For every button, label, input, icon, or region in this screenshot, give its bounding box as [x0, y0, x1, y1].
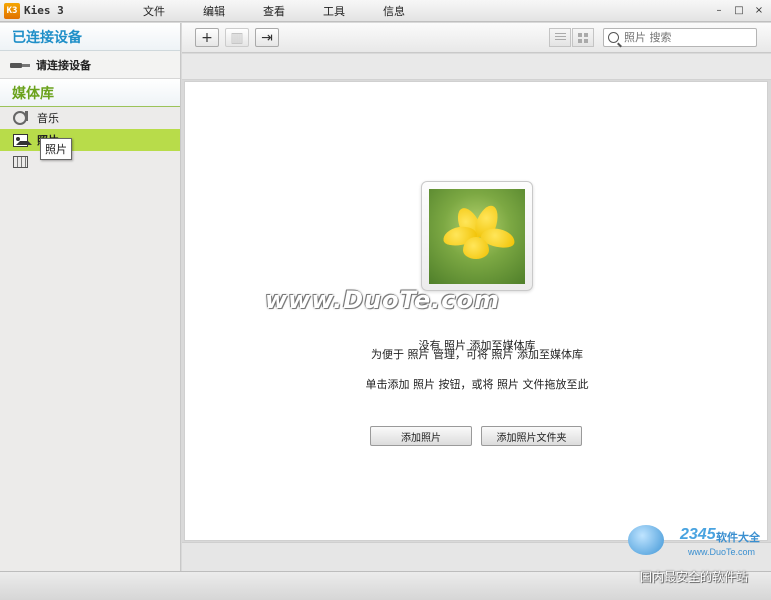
video-icon	[12, 154, 28, 170]
photo-placeholder-frame	[421, 181, 533, 291]
sidebar-item-music[interactable]: 音乐	[0, 107, 180, 129]
sidebar-item-photos[interactable]: 照片	[0, 129, 180, 151]
site-logo-url: www.DuoTe.com	[688, 547, 756, 557]
empty-instruction: 单击添加 照片 按钮，或将 照片 文件拖放至此	[365, 378, 589, 391]
add-photo-folder-button[interactable]: 添加照片文件夹	[481, 426, 582, 446]
minimize-button[interactable]: –	[713, 3, 725, 17]
site-logo-name: 软件大全	[716, 531, 760, 544]
photo-icon	[12, 132, 32, 148]
sidebar-item-video[interactable]: 视频	[0, 151, 180, 173]
tooltip: 照片	[40, 138, 72, 160]
duote-watermark: www.DuoTe.com	[265, 286, 500, 314]
menu-view[interactable]: 查看	[244, 3, 304, 19]
photo-content-area[interactable]: www.DuoTe.com 没有 照片 添加至媒体库 为便于 照片 管理，可将 …	[184, 81, 768, 541]
title-bar: K3 Kies 3 文件 编辑 查看 工具 信息 – □ ×	[0, 0, 771, 22]
grid-view-icon	[578, 32, 588, 43]
connect-device-prompt[interactable]: 请连接设备	[0, 51, 180, 79]
list-view-button[interactable]	[549, 28, 571, 47]
site-slogan: 国内最安全的软件站	[640, 570, 749, 584]
sidebar: 已连接设备 请连接设备 媒体库 音乐 照片 视频	[0, 23, 181, 571]
site-logo-numbers: 2345	[680, 526, 716, 543]
usb-cable-icon	[10, 61, 30, 69]
import-button[interactable]: ⇥	[255, 28, 279, 47]
search-input[interactable]	[624, 31, 749, 44]
menu-edit[interactable]: 编辑	[184, 3, 244, 19]
media-library-header: 媒体库	[0, 79, 180, 107]
add-button[interactable]: +	[195, 28, 219, 47]
toolbar: + ▥ ⇥	[182, 23, 771, 53]
search-icon	[608, 32, 619, 43]
lily-flower-image	[429, 189, 525, 284]
delete-button[interactable]: ▥	[225, 28, 249, 47]
empty-hint: 为便于 照片 管理，可将 照片 添加至媒体库	[371, 348, 583, 361]
add-photo-button[interactable]: 添加照片	[370, 426, 472, 446]
menu-bar: 文件 编辑 查看 工具 信息	[110, 3, 424, 19]
connected-devices-header: 已连接设备	[0, 23, 180, 51]
sidebar-item-label: 音乐	[37, 112, 59, 125]
menu-info[interactable]: 信息	[364, 3, 424, 19]
menu-tools[interactable]: 工具	[304, 3, 364, 19]
grid-view-button[interactable]	[572, 28, 594, 47]
close-button[interactable]: ×	[753, 3, 765, 17]
connect-device-label: 请连接设备	[36, 58, 91, 72]
search-box[interactable]	[603, 28, 757, 47]
sub-toolbar	[182, 54, 771, 80]
music-icon	[12, 110, 28, 126]
list-view-icon	[554, 33, 566, 42]
kies-logo-icon: K3	[4, 2, 20, 19]
window-controls: – □ ×	[713, 3, 765, 17]
maximize-button[interactable]: □	[733, 3, 745, 17]
app-title: Kies 3	[24, 4, 64, 17]
menu-file[interactable]: 文件	[124, 3, 184, 19]
mascot-icon	[628, 525, 664, 555]
site-logo: 2345 软件大全 www.DuoTe.com	[628, 520, 768, 565]
